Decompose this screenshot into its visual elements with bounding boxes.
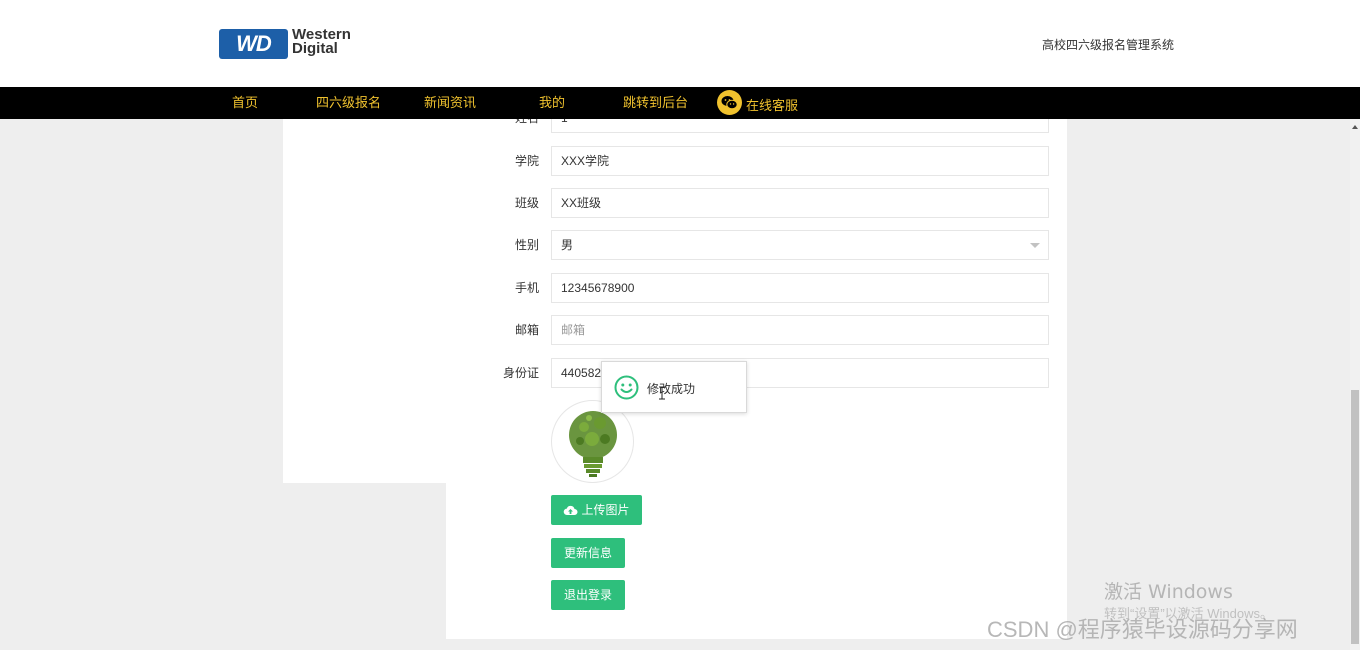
text-cursor-icon	[659, 386, 665, 400]
form-row-class: 班级 XX班级	[446, 188, 1067, 218]
logo-text: Western Digital	[292, 27, 351, 57]
field-label-college: 学院	[514, 154, 539, 168]
site-header: WD Western Digital 高校四六级报名管理系统	[0, 0, 1360, 87]
system-title: 高校四六级报名管理系统	[1042, 38, 1175, 52]
nav-item-home[interactable]: 首页	[232, 87, 258, 119]
college-input[interactable]: XXX学院	[551, 146, 1049, 176]
upload-image-label: 上传图片	[581, 503, 630, 517]
nav-item-customer-service[interactable]: 在线客服	[746, 90, 798, 122]
nav-item-mine[interactable]: 我的	[539, 87, 565, 119]
form-row-email: 邮箱 邮箱	[446, 315, 1067, 345]
cloud-upload-icon	[564, 506, 578, 516]
scrollbar-thumb[interactable]	[1351, 390, 1359, 644]
gender-select-value: 男	[561, 238, 574, 252]
phone-input[interactable]: 12345678900	[551, 273, 1049, 303]
wechat-icon[interactable]	[717, 90, 742, 115]
success-toast: 修改成功	[601, 361, 747, 413]
gender-select[interactable]: 男	[551, 230, 1049, 260]
main-nav: 首页 四六级报名 新闻资讯 我的 跳转到后台 在线客服	[0, 87, 1360, 119]
form-row-id-card: 身份证 440582	[446, 358, 1067, 388]
field-label-gender: 性别	[514, 238, 539, 252]
logo-line-2: Digital	[292, 40, 338, 57]
profile-form-panel: 姓名 1 学院 XXX学院 班级 XX班级 性别 男 手机 1234567890…	[446, 103, 1067, 639]
windows-activation-title: 激活 Windows	[1104, 581, 1233, 603]
logout-button[interactable]: 退出登录	[551, 580, 625, 610]
field-label-email: 邮箱	[514, 323, 539, 337]
csdn-watermark: CSDN @程序猿毕设源码分享网	[987, 617, 1298, 642]
scroll-up-arrow-icon[interactable]	[1352, 125, 1358, 129]
field-label-phone: 手机	[514, 281, 539, 295]
toast-message: 修改成功	[647, 382, 696, 396]
lightbulb-icon	[569, 411, 617, 477]
sidebar-panel	[283, 119, 446, 483]
form-row-phone: 手机 12345678900	[446, 273, 1067, 303]
nav-item-news[interactable]: 新闻资讯	[424, 87, 476, 119]
wd-logo-mark: WD	[219, 29, 288, 59]
update-info-button[interactable]: 更新信息	[551, 538, 625, 568]
nav-item-admin[interactable]: 跳转到后台	[623, 87, 688, 119]
field-label-id-card: 身份证	[502, 366, 539, 380]
western-digital-logo[interactable]: WD Western Digital	[219, 27, 374, 60]
form-row-college: 学院 XXX学院	[446, 146, 1067, 176]
email-input[interactable]: 邮箱	[551, 315, 1049, 345]
upload-image-button[interactable]: 上传图片	[551, 495, 642, 525]
class-input[interactable]: XX班级	[551, 188, 1049, 218]
field-label-class: 班级	[514, 196, 539, 210]
nav-item-cet-registration[interactable]: 四六级报名	[316, 87, 381, 119]
page-scrollbar[interactable]	[1350, 119, 1360, 650]
chevron-down-icon	[1030, 243, 1040, 248]
smile-icon	[614, 375, 639, 400]
form-row-gender: 性别 男	[446, 230, 1067, 260]
